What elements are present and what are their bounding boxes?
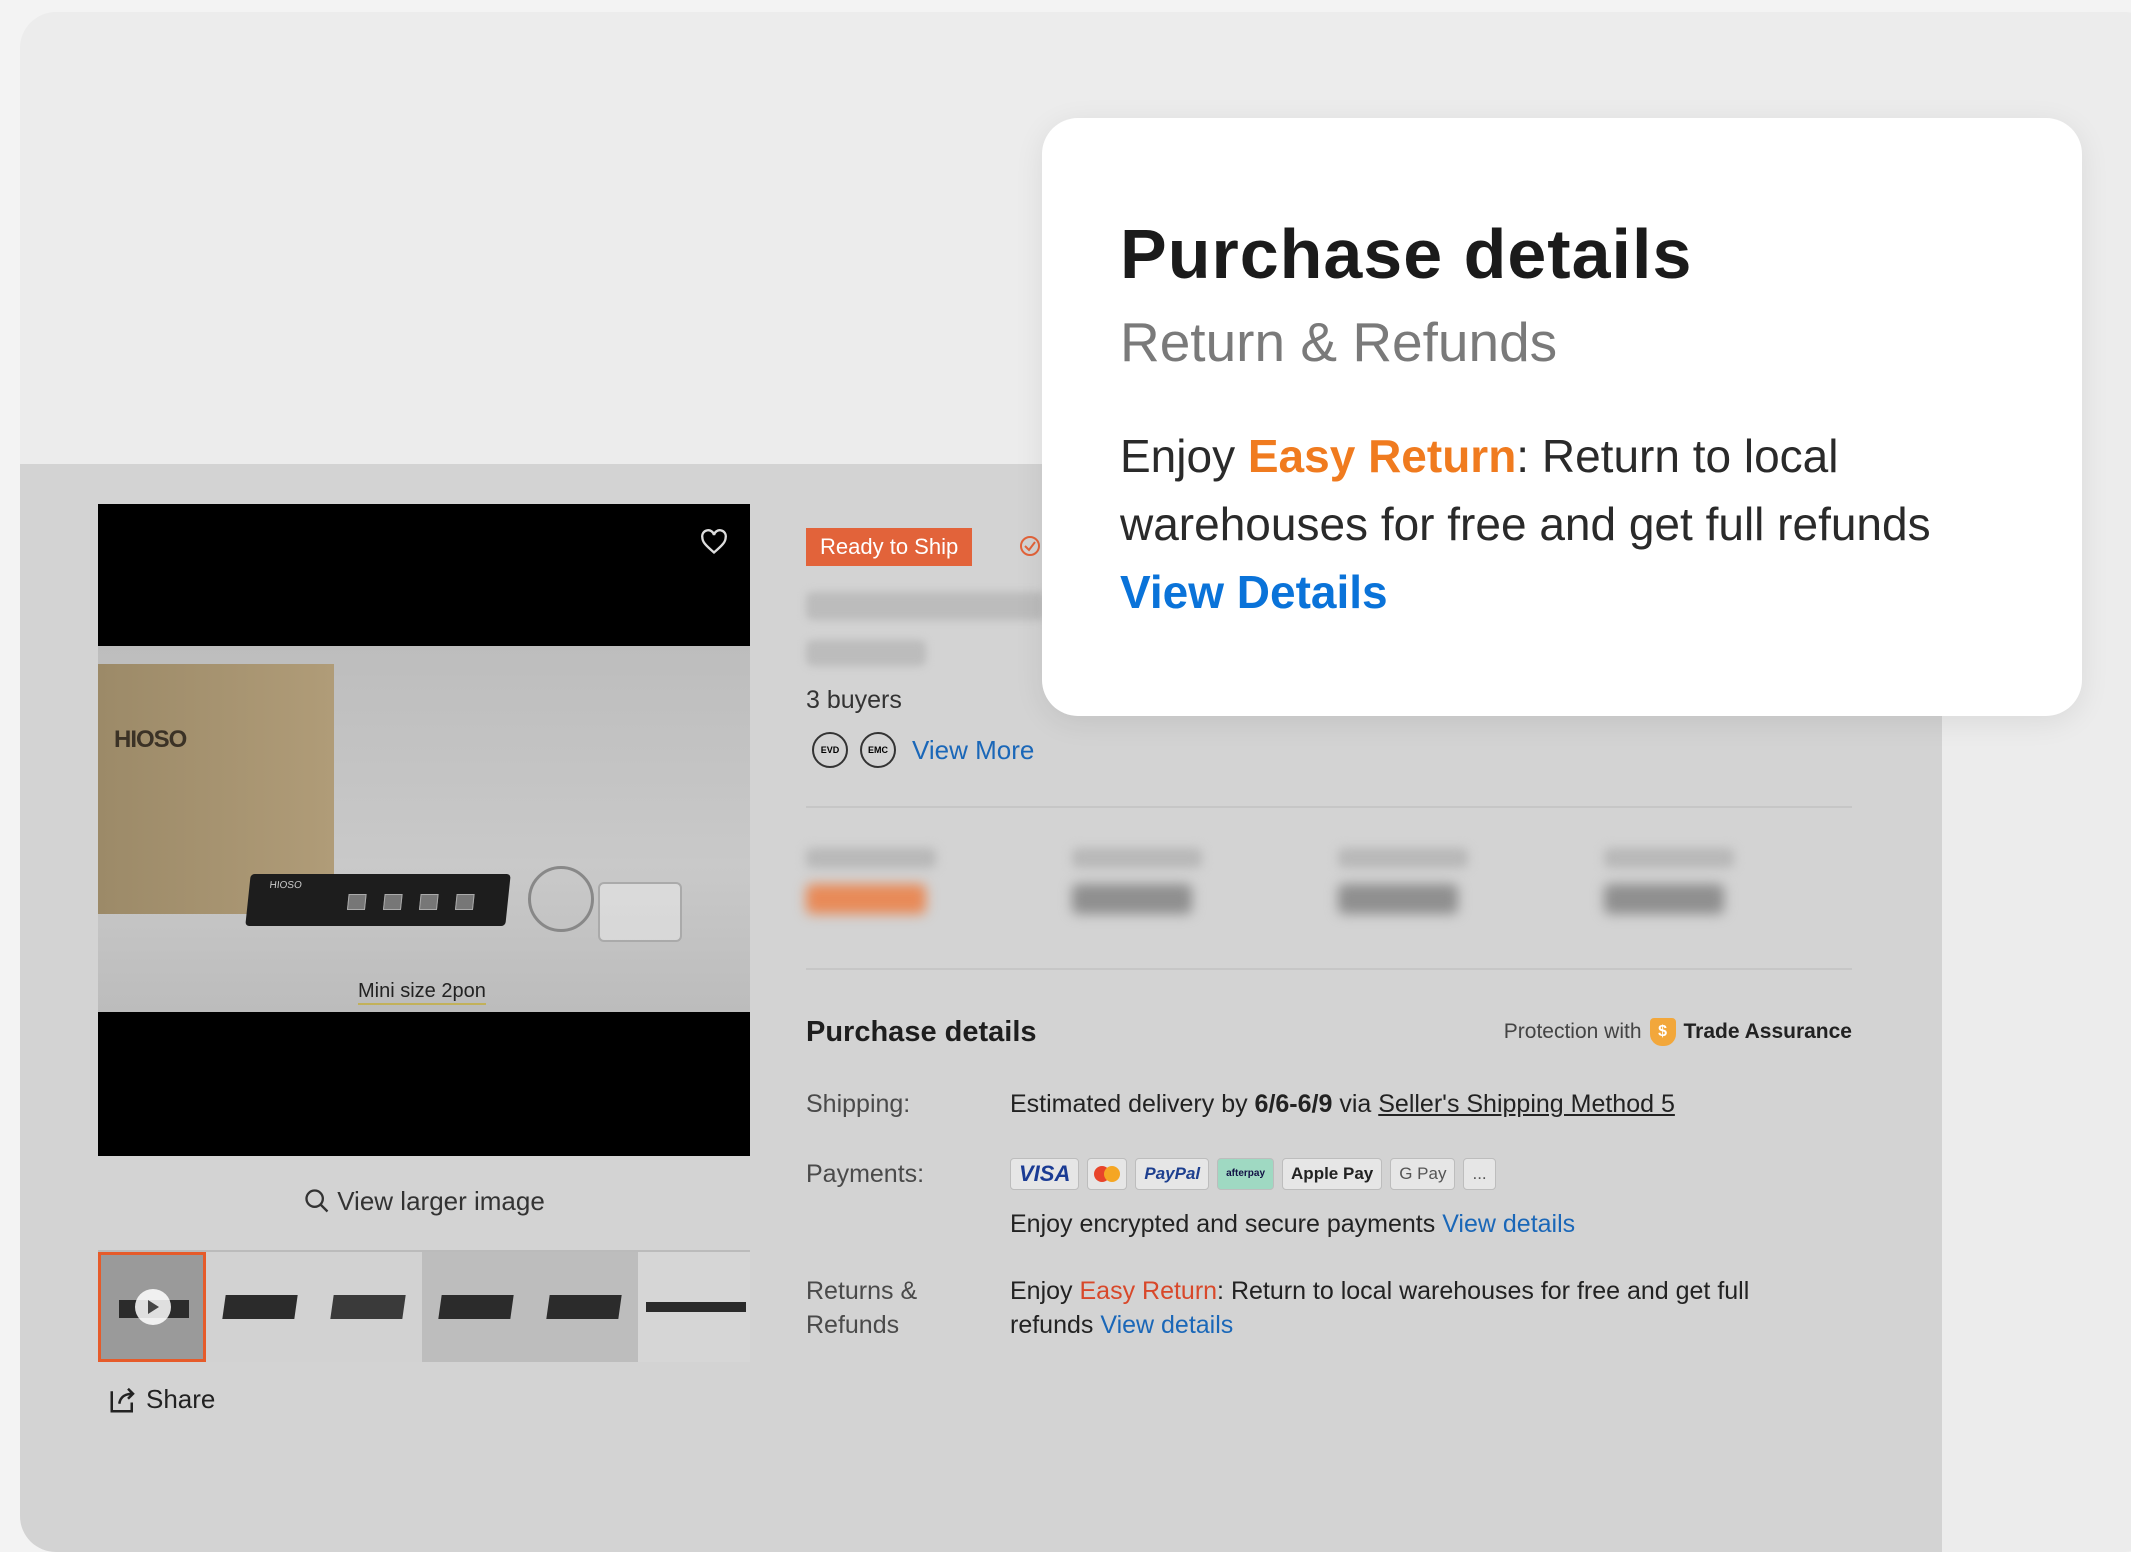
play-icon — [135, 1289, 171, 1325]
popup-body: Enjoy Easy Return: Return to local wareh… — [1120, 430, 1931, 618]
product-subtitle-blurred — [806, 640, 926, 666]
cable-image — [528, 866, 594, 932]
protection-label: Protection with — [1503, 1020, 1642, 1043]
share-label: Share — [146, 1384, 216, 1414]
returns-label: Returns & Refunds — [806, 1277, 918, 1339]
ready-to-ship-badge: Ready to Ship — [806, 528, 973, 566]
thumbnail-image[interactable] — [422, 1252, 638, 1362]
google-pay-icon: G Pay — [1390, 1158, 1456, 1190]
more-payments-icon[interactable]: ... — [1463, 1158, 1496, 1190]
view-larger-label: View larger image — [337, 1186, 545, 1216]
mastercard-icon — [1087, 1158, 1128, 1190]
price-tier — [806, 848, 936, 914]
thumbnail-strip — [98, 1250, 750, 1364]
easy-return-text: Easy Return — [1079, 1277, 1218, 1305]
price-tier — [1338, 848, 1468, 914]
product-title-blurred — [806, 592, 1046, 620]
shipping-value: Estimated delivery by 6/6-6/9 via Seller… — [1010, 1090, 1675, 1118]
divider — [806, 806, 1852, 808]
thumbnail-image[interactable] — [206, 1252, 422, 1362]
payments-note: Enjoy encrypted and secure payments View… — [1010, 1210, 1576, 1238]
video-frame: HIOSO HIOSO Mini size 2pon — [98, 646, 750, 1012]
price-tier — [1072, 848, 1202, 914]
trade-assurance-label: Trade Assurance — [1683, 1020, 1852, 1043]
purchase-details-popup: Purchase details Return & Refunds Enjoy … — [1042, 118, 2082, 716]
price-tier — [1604, 848, 1734, 914]
certifications: EVD EMC View More — [812, 732, 1034, 768]
returns-value: Enjoy Easy Return: Return to local wareh… — [1010, 1277, 1750, 1339]
heart-icon — [701, 529, 727, 555]
accessory-image — [598, 882, 682, 942]
search-icon — [305, 1189, 329, 1213]
device-brand-text: HIOSO — [268, 880, 303, 891]
delivery-dates: 6/6-6/9 — [1254, 1090, 1333, 1118]
video-caption: Mini size 2pon — [358, 980, 486, 1005]
purchase-details-title: Purchase details — [806, 1016, 1037, 1048]
shipping-method-link[interactable]: Seller's Shipping Method 5 — [1378, 1090, 1675, 1118]
shield-icon: $ — [1649, 1018, 1676, 1046]
device-image: HIOSO — [245, 874, 511, 926]
popup-view-details-link[interactable]: View Details — [1120, 566, 1388, 618]
share-button[interactable]: Share — [108, 1384, 215, 1415]
popup-subtitle: Return & Refunds — [1120, 311, 1558, 373]
visa-icon: VISA — [1010, 1158, 1080, 1190]
payment-methods: VISA PayPal afterpay Apple Pay G Pay ... — [1010, 1158, 1496, 1190]
favorite-button[interactable] — [692, 520, 736, 564]
returns-view-details-link[interactable]: View details — [1100, 1311, 1233, 1339]
paypal-icon: PayPal — [1135, 1158, 1210, 1190]
box-brand-text: HIOSO — [114, 726, 187, 753]
shipping-label: Shipping: — [806, 1090, 911, 1118]
product-video[interactable]: HIOSO HIOSO Mini size 2pon — [98, 504, 750, 1156]
share-icon — [110, 1387, 135, 1412]
popup-easy-return: Easy Return — [1247, 430, 1517, 482]
view-more-link[interactable]: View More — [912, 735, 1034, 766]
afterpay-icon: afterpay — [1217, 1158, 1275, 1190]
view-larger-image-link[interactable]: View larger image — [98, 1186, 750, 1217]
thumbnail-video[interactable] — [98, 1252, 206, 1362]
thumbnail-image[interactable] — [638, 1252, 750, 1362]
outer-card: HIOSO HIOSO Mini size 2pon View larger i… — [20, 12, 2131, 1552]
emc-cert-icon: EMC — [860, 732, 896, 768]
apple-pay-icon: Apple Pay — [1282, 1158, 1383, 1190]
buyers-count: 3 buyers — [806, 686, 902, 714]
divider — [806, 968, 1852, 970]
trade-assurance-info[interactable]: Protection with $ Trade Assurance — [1504, 1018, 1852, 1046]
evd-cert-icon: EVD — [812, 732, 848, 768]
popup-title: Purchase details — [1120, 215, 1693, 293]
payments-view-details-link[interactable]: View details — [1442, 1210, 1575, 1238]
payments-label: Payments: — [806, 1160, 925, 1188]
